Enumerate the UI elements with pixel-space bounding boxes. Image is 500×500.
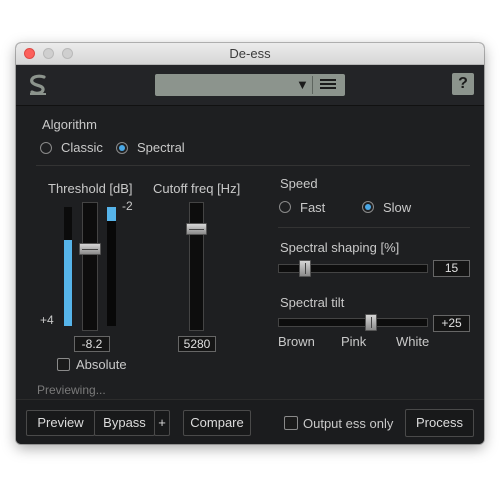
- threshold-slider-handle[interactable]: [79, 243, 101, 255]
- speed-fast-radio[interactable]: [279, 201, 291, 213]
- cutoff-slider-track[interactable]: [189, 202, 204, 331]
- spectral-shaping-value-field[interactable]: 15: [433, 260, 470, 277]
- plugin-header: ▼ ?: [16, 65, 484, 106]
- absolute-checkbox[interactable]: [57, 358, 70, 371]
- threshold-top-marker: -2: [122, 199, 133, 213]
- compare-button[interactable]: Compare: [183, 410, 251, 436]
- preset-menu-icon[interactable]: [320, 79, 336, 91]
- algorithm-label: Algorithm: [42, 117, 97, 132]
- spectral-tilt-label: Spectral tilt: [280, 295, 345, 310]
- speed-fast-label[interactable]: Fast: [300, 200, 325, 215]
- algorithm-classic-label[interactable]: Classic: [61, 140, 103, 155]
- bottom-toolbar: Preview Bypass + Compare Output ess only…: [16, 399, 484, 444]
- speed-divider: [278, 227, 470, 228]
- preset-separator: [312, 76, 313, 94]
- spectral-shaping-slider-handle[interactable]: [299, 260, 311, 277]
- speed-slow-label[interactable]: Slow: [383, 200, 411, 215]
- gain-reduction-meter-fill: [107, 207, 116, 221]
- process-button[interactable]: Process: [405, 409, 474, 437]
- plugin-window: De-ess ▼ ? Algorithm Classic Spectral Th…: [16, 43, 484, 444]
- algorithm-spectral-radio[interactable]: [116, 142, 128, 154]
- tilt-scale-brown: Brown: [278, 334, 315, 349]
- cutoff-value-field[interactable]: 5280: [178, 336, 216, 352]
- output-ess-only-checkbox[interactable]: [284, 416, 298, 430]
- threshold-slider-track[interactable]: [82, 202, 98, 331]
- tilt-scale-white: White: [396, 334, 430, 349]
- speed-slow-radio[interactable]: [362, 201, 374, 213]
- spectral-tilt-slider-handle[interactable]: [365, 314, 377, 331]
- gain-reduction-meter: [107, 207, 116, 326]
- spectral-shaping-label: Spectral shaping [%]: [280, 240, 400, 255]
- output-ess-only-label[interactable]: Output ess only: [303, 416, 393, 431]
- section-divider: [36, 165, 470, 166]
- cutoff-label: Cutoff freq [Hz]: [153, 181, 241, 196]
- threshold-label: Threshold [dB]: [48, 181, 133, 196]
- absolute-label[interactable]: Absolute: [76, 357, 127, 372]
- spectral-tilt-value-field[interactable]: +25: [433, 315, 470, 332]
- algorithm-classic-radio[interactable]: [40, 142, 52, 154]
- bypass-button[interactable]: Bypass: [94, 410, 155, 436]
- threshold-value-field[interactable]: -8.2: [74, 336, 110, 352]
- speed-label: Speed: [280, 176, 318, 191]
- algorithm-spectral-label[interactable]: Spectral: [137, 140, 185, 155]
- cutoff-slider-handle[interactable]: [186, 223, 207, 235]
- preset-dropdown[interactable]: ▼: [155, 74, 345, 96]
- input-level-meter-fill: [64, 240, 72, 326]
- input-level-meter: [64, 207, 72, 326]
- tilt-scale-pink: Pink: [341, 334, 367, 349]
- chevron-down-icon: ▼: [296, 77, 309, 92]
- window-title: De-ess: [229, 46, 271, 61]
- title-bar: De-ess: [16, 43, 484, 65]
- help-button[interactable]: ?: [452, 73, 474, 95]
- status-text: Previewing...: [37, 383, 106, 397]
- bypass-options-button[interactable]: +: [154, 410, 170, 436]
- preview-button[interactable]: Preview: [26, 410, 95, 436]
- threshold-bottom-marker: +4: [40, 313, 54, 327]
- spectral-tilt-slider-track[interactable]: [278, 318, 428, 327]
- app-logo-icon: [26, 73, 50, 102]
